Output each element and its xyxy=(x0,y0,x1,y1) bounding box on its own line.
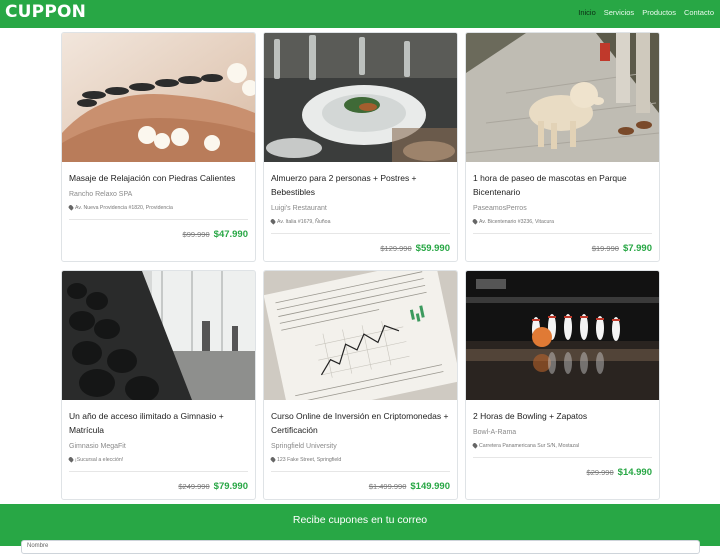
massage-image[interactable] xyxy=(62,33,255,162)
card-title[interactable]: Almuerzo para 2 personas + Postres + Beb… xyxy=(271,171,450,199)
company-name: Springfield University xyxy=(271,443,337,450)
new-price: $47.990 xyxy=(213,229,248,240)
price-block: $129.990 $59.990 xyxy=(380,243,450,254)
top-navbar: CUPPON Inicio Servicios Productos Contac… xyxy=(0,0,720,28)
card-body: Un año de acceso ilimitado a Gimnasio + … xyxy=(67,409,248,499)
new-price: $7.990 xyxy=(622,243,652,254)
gym-image[interactable] xyxy=(62,271,255,400)
newsletter-section: Recibe cupones en tu correo Nombre xyxy=(0,504,720,554)
coupon-card[interactable]: Masaje de Relajación con Piedras Calient… xyxy=(61,32,256,262)
card-title[interactable]: 2 Horas de Bowling + Zapatos xyxy=(473,409,652,423)
divider xyxy=(69,471,248,472)
old-price: $19.990 xyxy=(591,244,619,253)
company-name: Rancho Relaxo SPA xyxy=(69,191,133,198)
company-name: Luigi's Restaurant xyxy=(271,205,327,212)
divider xyxy=(473,233,652,234)
map-pin-icon xyxy=(269,218,277,225)
brand-logo[interactable]: CUPPON xyxy=(5,2,86,22)
divider xyxy=(271,471,450,472)
restaurant-image[interactable] xyxy=(264,33,457,162)
company-name: Gimnasio MegaFit xyxy=(69,443,126,450)
price-block: $29.990 $14.990 xyxy=(587,467,652,478)
newsletter-title: Recibe cupones en tu correo xyxy=(292,514,428,526)
address-line: Av. Bicentenario #3236, Vitacura xyxy=(471,218,554,225)
old-price: $99.990 xyxy=(182,230,210,239)
map-pin-icon xyxy=(67,204,75,211)
nav-item-servicios[interactable]: Servicios xyxy=(604,8,634,17)
company-name: Bowl-A-Rama xyxy=(473,429,517,436)
address-text: ¡Sucursal a elección! xyxy=(75,457,124,463)
coupon-card[interactable]: Curso Online de Inversión en Criptomoned… xyxy=(263,270,458,500)
old-price: $249.990 xyxy=(178,482,210,491)
divider xyxy=(69,219,248,220)
coupon-card[interactable]: 1 hora de paseo de mascotas en Parque Bi… xyxy=(465,32,660,262)
old-price: $1.499.990 xyxy=(368,482,407,491)
map-pin-icon xyxy=(471,218,479,225)
address-text: Av. Bicentenario #3236, Vitacura xyxy=(479,219,554,225)
card-body: Almuerzo para 2 personas + Postres + Beb… xyxy=(269,171,450,261)
card-body: 1 hora de paseo de mascotas en Parque Bi… xyxy=(471,171,652,261)
name-input[interactable]: Nombre xyxy=(21,540,700,554)
card-body: Masaje de Relajación con Piedras Calient… xyxy=(67,171,248,261)
coupon-card[interactable]: 2 Horas de Bowling + Zapatos Bowl-A-Rama… xyxy=(465,270,660,500)
bowling-image[interactable] xyxy=(466,271,659,400)
new-price: $79.990 xyxy=(213,481,248,492)
card-title[interactable]: Curso Online de Inversión en Criptomoned… xyxy=(271,409,450,437)
map-pin-icon xyxy=(269,456,277,463)
address-text: 123 Fake Street, Springfield xyxy=(277,457,342,463)
new-price: $149.990 xyxy=(410,481,450,492)
card-body: Curso Online de Inversión en Criptomoned… xyxy=(269,409,450,499)
old-price: $29.990 xyxy=(586,468,614,477)
card-title[interactable]: Masaje de Relajación con Piedras Calient… xyxy=(69,171,248,185)
coupon-card[interactable]: Un año de acceso ilimitado a Gimnasio + … xyxy=(61,270,256,500)
map-pin-icon xyxy=(67,456,75,463)
address-text: Av. Italia #1679, Ñuñoa xyxy=(277,219,331,225)
card-body: 2 Horas de Bowling + Zapatos Bowl-A-Rama… xyxy=(471,409,652,499)
price-block: $19.990 $7.990 xyxy=(592,243,652,254)
nav-item-contacto[interactable]: Contacto xyxy=(684,8,714,17)
map-pin-icon xyxy=(471,442,479,449)
main-nav: Inicio Servicios Productos Contacto xyxy=(578,8,714,17)
price-block: $99.990 $47.990 xyxy=(183,229,248,240)
price-block: $249.990 $79.990 xyxy=(178,481,248,492)
address-line: Av. Nueva Providencia #1820, Providencia xyxy=(67,204,173,211)
address-line: Av. Italia #1679, Ñuñoa xyxy=(269,218,331,225)
address-text: Carretera Panamericana Sur S/N, Mostazal xyxy=(479,443,580,449)
nav-item-inicio[interactable]: Inicio xyxy=(578,8,596,17)
new-price: $14.990 xyxy=(617,467,652,478)
company-name: PaseamosPerros xyxy=(473,205,527,212)
dog-walk-image[interactable] xyxy=(466,33,659,162)
address-line: 123 Fake Street, Springfield xyxy=(269,456,342,463)
address-text: Av. Nueva Providencia #1820, Providencia xyxy=(75,205,173,211)
price-block: $1.499.990 $149.990 xyxy=(369,481,450,492)
coupon-card[interactable]: Almuerzo para 2 personas + Postres + Beb… xyxy=(263,32,458,262)
nav-item-productos[interactable]: Productos xyxy=(642,8,676,17)
investment-image[interactable] xyxy=(264,271,457,400)
old-price: $129.990 xyxy=(380,244,412,253)
card-title[interactable]: Un año de acceso ilimitado a Gimnasio + … xyxy=(69,409,248,437)
coupon-grid: Masaje de Relajación con Piedras Calient… xyxy=(61,32,660,500)
new-price: $59.990 xyxy=(415,243,450,254)
address-line: ¡Sucursal a elección! xyxy=(67,456,124,463)
divider xyxy=(271,233,450,234)
card-title[interactable]: 1 hora de paseo de mascotas en Parque Bi… xyxy=(473,171,652,199)
address-line: Carretera Panamericana Sur S/N, Mostazal xyxy=(471,442,580,449)
divider xyxy=(473,457,652,458)
